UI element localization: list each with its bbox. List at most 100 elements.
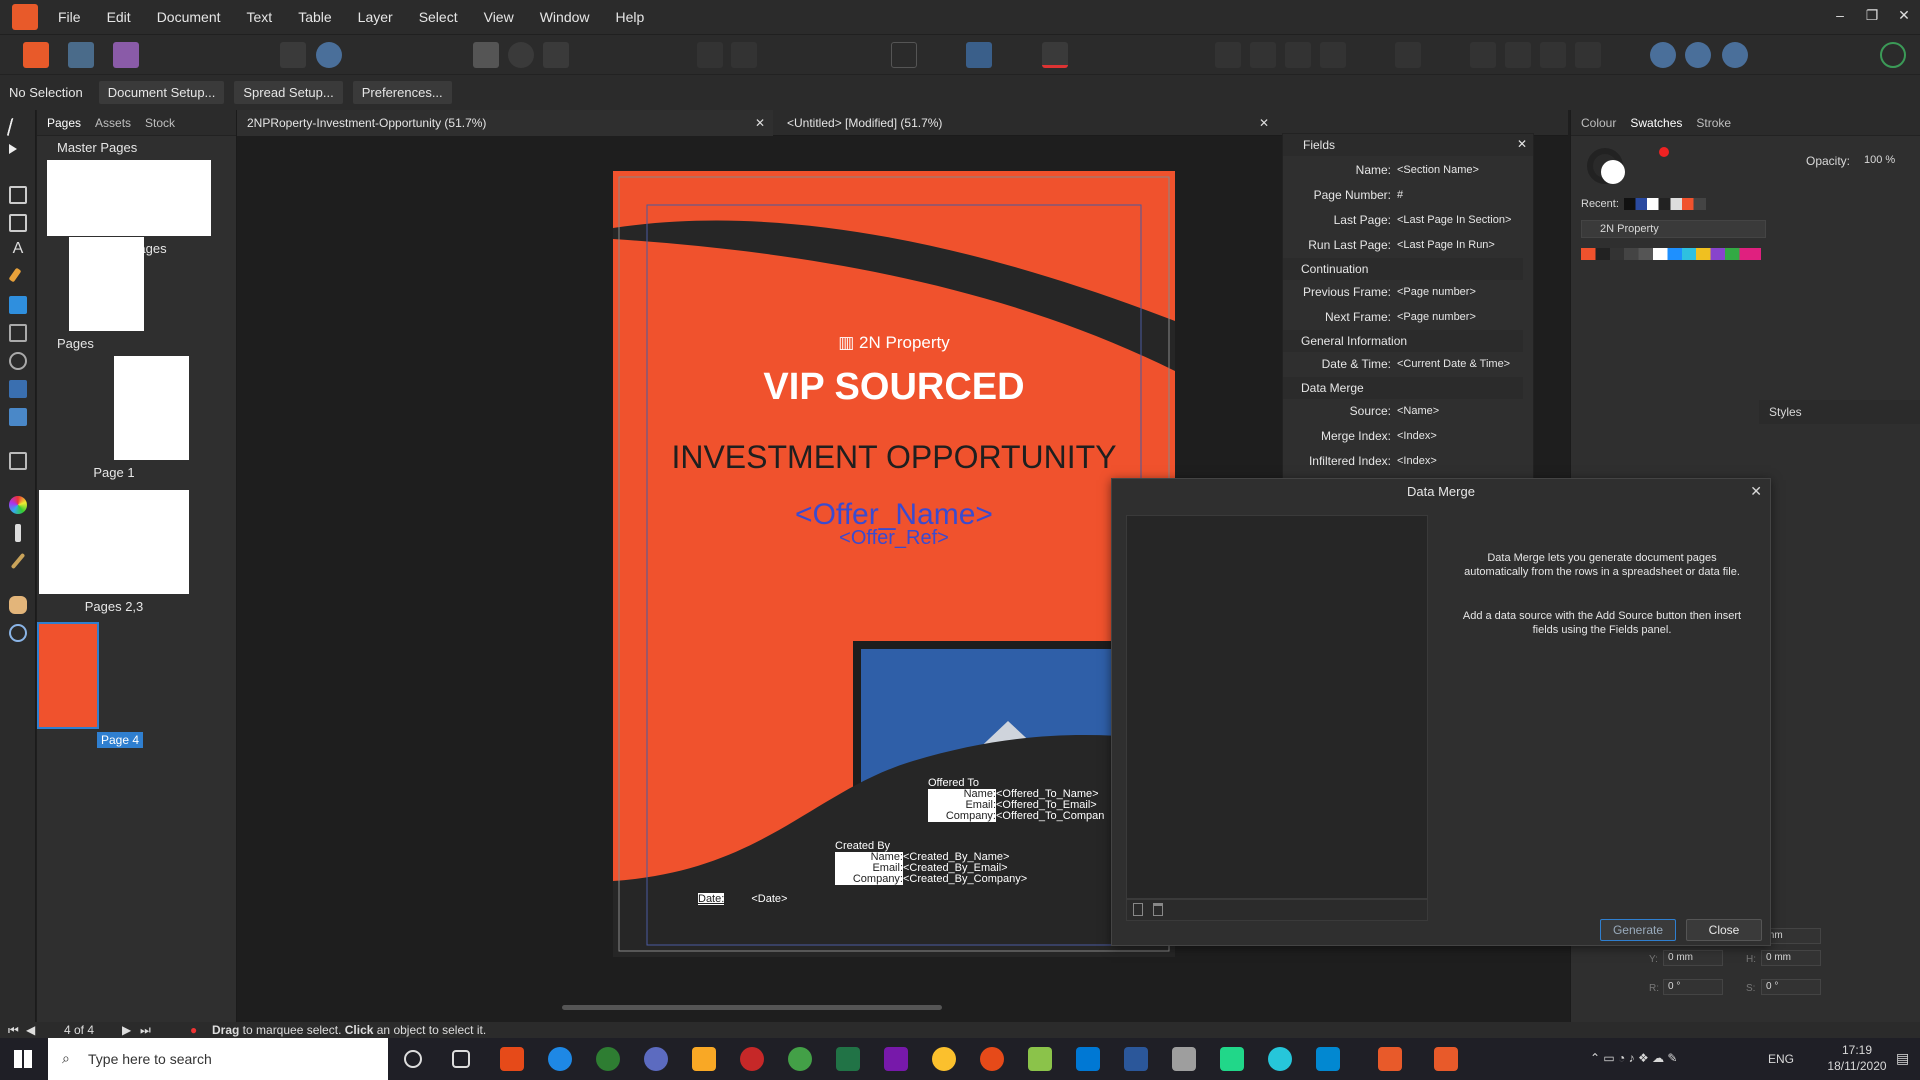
menu-layer[interactable]: Layer (358, 9, 393, 25)
stroke-well[interactable] (1601, 160, 1625, 184)
field-row[interactable]: Date & Time: <Current Date & Time> (1283, 352, 1523, 376)
picture-frame-icon[interactable] (9, 324, 27, 342)
notifications-icon[interactable]: ▤ (1896, 1050, 1909, 1067)
group-icon[interactable] (1575, 42, 1601, 68)
master-thumbnail-2[interactable] (69, 237, 144, 331)
preferences-button[interactable]: Preferences... (352, 81, 452, 104)
field-row[interactable]: Previous Frame: <Page number> (1283, 280, 1523, 304)
field-value[interactable]: <Index> (1397, 455, 1437, 467)
close-tab-icon[interactable]: ✕ (1259, 110, 1269, 136)
start-icon[interactable] (14, 1050, 32, 1068)
order-back-icon[interactable] (1215, 42, 1241, 68)
last-page-icon[interactable]: ⏭ (140, 1023, 151, 1038)
minimize-button[interactable]: – (1824, 0, 1856, 30)
menu-file[interactable]: File (58, 9, 81, 25)
master-thumbnail[interactable] (47, 160, 211, 236)
field-row[interactable]: Name: <Section Name> (1283, 158, 1523, 182)
menu-text[interactable]: Text (247, 9, 273, 25)
view-mode-icon[interactable] (891, 42, 917, 68)
boolean-intersect-icon[interactable] (1722, 42, 1748, 68)
first-page-icon[interactable]: ⏮ (8, 1023, 19, 1038)
tray-icons[interactable]: ⌃ ▭ ◔ ♪ ❖ ☁ ✎ (1590, 1051, 1677, 1065)
tab-assets[interactable]: Assets (95, 116, 131, 130)
pages-header[interactable]: Pages (37, 332, 237, 354)
doc-tab-untitled[interactable]: <Untitled> [Modified] (51.7%) ✕ (777, 110, 1277, 136)
app-icon[interactable] (644, 1047, 668, 1071)
move-tool-icon[interactable] (6, 118, 22, 136)
flip-icon[interactable] (1470, 42, 1496, 68)
distribute-icon[interactable] (1395, 42, 1421, 68)
office-icon[interactable] (500, 1047, 524, 1071)
align-icon[interactable] (966, 42, 992, 68)
field-row[interactable]: Merge Index: <Index> (1283, 424, 1523, 448)
group-general-information[interactable]: General Information (1283, 330, 1523, 352)
circle-icon[interactable] (508, 42, 534, 68)
field-value[interactable]: <Last Page In Run> (1397, 239, 1495, 251)
group-continuation[interactable]: Continuation (1283, 258, 1523, 280)
delete-source-icon[interactable] (1153, 903, 1163, 916)
onenote-icon[interactable] (884, 1047, 908, 1071)
tab-stock[interactable]: Stock (145, 116, 175, 130)
field-row[interactable]: Page Number: # (1283, 183, 1523, 207)
hand-tool-icon[interactable] (9, 596, 27, 614)
menu-help[interactable]: Help (616, 9, 645, 25)
place-image-icon[interactable] (9, 380, 27, 398)
menu-document[interactable]: Document (157, 9, 221, 25)
master-pages-header[interactable]: Master Pages (37, 136, 236, 158)
rotate-icon[interactable] (1505, 42, 1531, 68)
preflight-icon[interactable] (473, 42, 499, 68)
app-blue-icon[interactable] (1316, 1047, 1340, 1071)
field-row[interactable]: Last Page: <Last Page In Section> (1283, 208, 1523, 232)
excel-icon[interactable] (836, 1047, 860, 1071)
chat-icon[interactable] (788, 1047, 812, 1071)
tab-styles[interactable]: Styles (1769, 405, 1802, 419)
data-source-list[interactable] (1126, 515, 1428, 899)
field-row[interactable]: Source: <Name> (1283, 399, 1523, 423)
field-row[interactable]: Run Last Page: <Last Page In Run> (1283, 233, 1523, 257)
app-green-icon[interactable] (1028, 1047, 1052, 1071)
artistic-text-icon[interactable]: A (9, 240, 27, 258)
menu-select[interactable]: Select (419, 9, 458, 25)
boolean-add-icon[interactable] (1650, 42, 1676, 68)
database-icon[interactable] (1172, 1047, 1196, 1071)
snapping-icon[interactable] (1042, 42, 1068, 68)
field-row[interactable]: Next Frame: <Page number> (1283, 305, 1523, 329)
field-value[interactable]: <Page number> (1397, 286, 1476, 298)
palette-select[interactable]: 2N Property (1581, 220, 1766, 238)
cortana-icon[interactable] (404, 1050, 422, 1068)
zoom-tool-icon[interactable] (9, 624, 27, 642)
node-tool-icon[interactable] (9, 144, 17, 154)
app-red-icon[interactable] (740, 1047, 764, 1071)
document-setup-button[interactable]: Document Setup... (98, 81, 225, 104)
app-orange-icon[interactable] (980, 1047, 1004, 1071)
publisher-persona-icon[interactable] (23, 42, 49, 68)
fill-tool-icon[interactable] (9, 496, 27, 514)
affinity-publisher-taskbar-icon[interactable] (1378, 1047, 1402, 1071)
tab-stroke[interactable]: Stroke (1696, 116, 1731, 130)
horizontal-scrollbar[interactable] (562, 1005, 942, 1010)
page-4-thumbnail[interactable] (37, 622, 99, 729)
field-value[interactable]: <Index> (1397, 430, 1437, 442)
field-value[interactable]: <Page number> (1397, 311, 1476, 323)
crop-tool-icon[interactable] (9, 452, 27, 470)
baseline-grid-icon[interactable] (280, 42, 306, 68)
file-explorer-icon[interactable] (692, 1047, 716, 1071)
spread-setup-button[interactable]: Spread Setup... (234, 81, 343, 104)
pen-tool-icon[interactable] (8, 267, 22, 283)
field-value[interactable]: <Name> (1397, 405, 1439, 417)
color-picker-icon[interactable] (10, 552, 26, 570)
generate-button[interactable]: Generate (1600, 919, 1676, 941)
table-tool-icon[interactable] (9, 214, 27, 232)
page-spread[interactable]: ▥ 2N Property VIP SOURCED INVESTMENT OPP… (613, 171, 1175, 957)
boolean-subtract-icon[interactable] (1685, 42, 1711, 68)
h-field[interactable]: 0 mm (1761, 950, 1821, 966)
field-value[interactable]: <Section Name> (1397, 164, 1479, 176)
rectangle-tool-icon[interactable] (9, 296, 27, 314)
word-icon[interactable] (1124, 1047, 1148, 1071)
upwork-icon[interactable] (596, 1047, 620, 1071)
spread-thumbnail[interactable] (39, 490, 189, 594)
dialog-close-icon[interactable]: ✕ (1750, 483, 1762, 500)
frame-text-icon[interactable] (9, 186, 27, 204)
dot-icon[interactable] (731, 42, 757, 68)
task-view-icon[interactable] (452, 1050, 470, 1068)
